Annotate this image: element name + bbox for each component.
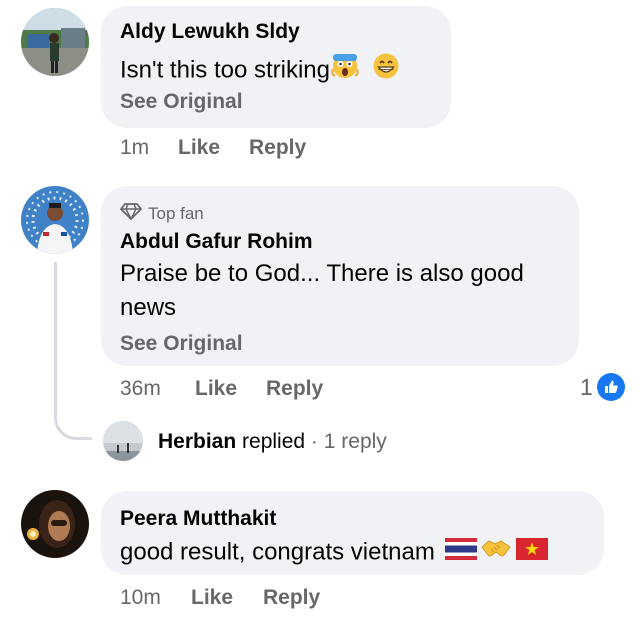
avatar[interactable]: [21, 186, 89, 254]
reply-button[interactable]: Reply: [249, 136, 306, 160]
like-button[interactable]: Like: [178, 136, 220, 160]
comment-author[interactable]: Peera Mutthakit: [120, 507, 276, 531]
like-button[interactable]: Like: [195, 377, 237, 401]
vietnam-flag: [515, 536, 548, 570]
comment-text: good result, congrats vietnam: [120, 535, 548, 571]
avatar-photo: [21, 186, 89, 254]
avatar[interactable]: [21, 8, 89, 76]
handshake-emoji: [480, 535, 512, 571]
see-original-link[interactable]: See Original: [120, 332, 243, 356]
reply-count: 1 reply: [323, 430, 387, 453]
thailand-flag: [444, 536, 477, 570]
comment-text-content: good result, congrats vietnam: [120, 538, 435, 566]
comment-timestamp: 1m: [120, 136, 150, 159]
avatar-photo: [21, 8, 89, 76]
comment-text: Praise be to God... There is also good n…: [120, 260, 524, 321]
thread-line: [54, 262, 57, 417]
see-original-link[interactable]: See Original: [120, 90, 243, 114]
reply-button[interactable]: Reply: [263, 586, 320, 610]
top-fan-badge: Top fan: [120, 202, 204, 225]
avatar-photo: [21, 490, 89, 558]
thread-connector: [54, 400, 92, 440]
reaction-count: 1: [580, 373, 593, 400]
avatar[interactable]: [21, 490, 89, 558]
comment-author[interactable]: Aldy Lewukh Sldy: [120, 20, 300, 44]
comment-timestamp: 10m: [120, 586, 161, 609]
reply-author: Herbian: [158, 430, 237, 453]
top-fan-label: Top fan: [148, 203, 204, 223]
thumbs-up-icon: [596, 373, 625, 401]
comment-text: Isn't this too striking: [120, 52, 400, 90]
like-button[interactable]: Like: [191, 586, 233, 610]
reply-separator: ·: [310, 430, 318, 453]
avatar[interactable]: [103, 421, 143, 461]
comment-timestamp: 36m: [120, 377, 161, 400]
reply-verb: replied: [242, 430, 306, 453]
view-replies-link[interactable]: Herbian replied · 1 reply: [158, 430, 387, 454]
diamond-icon: [120, 202, 142, 225]
avatar-photo: [103, 421, 143, 461]
scream-emoji: [330, 52, 360, 90]
grin-emoji: [372, 52, 400, 90]
reaction-summary[interactable]: 1: [580, 373, 625, 401]
comment-text-content: Isn't this too striking: [120, 56, 330, 84]
reply-button[interactable]: Reply: [266, 377, 323, 401]
comment-author[interactable]: Abdul Gafur Rohim: [120, 230, 313, 254]
